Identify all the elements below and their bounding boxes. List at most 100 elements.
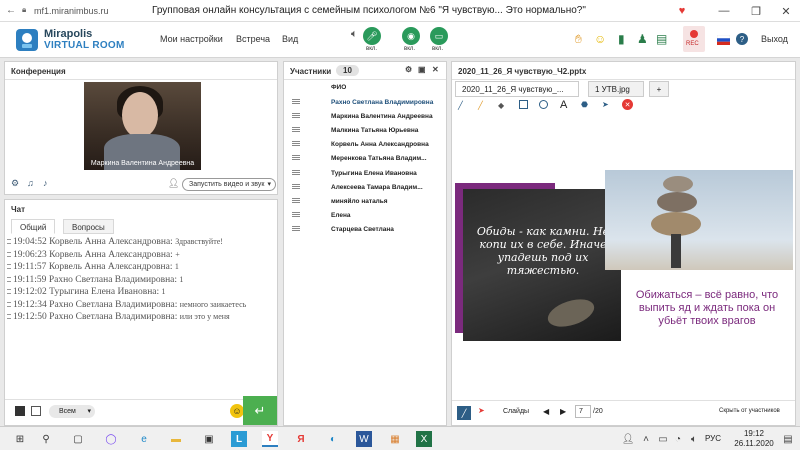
participant-row[interactable]: миняйло наталья <box>284 195 446 209</box>
drag-handle-icon[interactable] <box>292 169 300 175</box>
drag-handle-icon[interactable] <box>292 211 300 217</box>
tab-presentation[interactable]: 2020_11_26_Я чувствую_... <box>455 81 579 97</box>
people-icon[interactable]: ♟ <box>637 32 648 46</box>
rectangle-icon[interactable] <box>519 100 528 109</box>
tab-questions[interactable]: Вопросы <box>63 219 114 234</box>
volume-icon[interactable]: 🔈︎ <box>686 431 702 447</box>
pen-mode-icon[interactable]: ╱ <box>457 406 471 420</box>
people-tray-icon[interactable]: 👤︎ <box>620 431 636 447</box>
search-icon[interactable]: ⚲ <box>38 431 54 447</box>
drag-handle-icon[interactable] <box>292 99 300 104</box>
speaker-icon[interactable]: 🔈︎ <box>351 28 358 41</box>
drag-handle-icon[interactable] <box>292 225 300 231</box>
record-button[interactable]: REC <box>683 26 705 52</box>
prev-slide-button[interactable]: ◀ <box>543 407 549 416</box>
minimize-icon[interactable]: — <box>710 0 738 22</box>
drag-handle-icon[interactable] <box>292 113 300 119</box>
bookmark-icon[interactable]: ♥ <box>668 0 696 22</box>
yandex-disk-icon[interactable]: ◐ <box>325 431 341 447</box>
participant-row[interactable]: Турыгина Елена Ивановна <box>284 167 446 181</box>
url-text[interactable]: mf1.miranimbus.ru <box>34 6 144 16</box>
clock-date[interactable]: 26.11.2020 <box>729 439 779 448</box>
participant-row[interactable]: Алексеева Тамара Владим... <box>284 181 446 195</box>
tab-image[interactable]: 1 УТВ.jpg <box>588 81 644 97</box>
participant-row[interactable]: Елена <box>284 209 446 223</box>
help-icon[interactable]: ? <box>736 33 748 45</box>
notifications-icon[interactable]: ▤ <box>780 431 796 447</box>
clock-time[interactable]: 19:12 <box>734 429 774 438</box>
screen-share-toggle[interactable]: ▭ <box>430 27 448 45</box>
user-icon[interactable]: 👤︎ <box>168 178 179 189</box>
audio-settings-icon[interactable]: ♪ <box>43 178 48 188</box>
alice-icon[interactable]: ◯ <box>103 431 119 447</box>
column-header-name[interactable]: ФИО <box>331 84 346 91</box>
emoji-icon[interactable]: ☺ <box>230 404 244 418</box>
emoji-icon[interactable]: ☺ <box>594 32 606 46</box>
explorer-icon[interactable]: ▬ <box>168 431 184 447</box>
camera-toggle[interactable]: ◉ <box>402 27 420 45</box>
mic-settings-icon[interactable]: ♫ <box>27 178 34 188</box>
keyboard-language[interactable]: РУС <box>705 434 721 443</box>
store-icon[interactable]: ▣ <box>201 431 217 447</box>
slides-label[interactable]: Слайды <box>503 408 529 415</box>
battery-icon[interactable]: ▭ <box>655 431 671 447</box>
expand-icon[interactable]: ▣ <box>418 65 426 74</box>
hide-from-participants[interactable]: Скрыть от участников <box>719 408 780 414</box>
format-icon[interactable] <box>15 406 25 416</box>
send-button[interactable]: ↵ <box>243 396 277 425</box>
chevron-up-icon[interactable]: ˄ <box>638 431 654 447</box>
text-icon[interactable]: A <box>560 99 567 111</box>
camera-settings-icon[interactable]: ⚙ <box>11 178 19 189</box>
layout-icon[interactable]: ▤ <box>656 32 667 46</box>
logout-button[interactable]: Выход <box>761 34 788 44</box>
drag-handle-icon[interactable] <box>292 127 300 133</box>
add-tab-button[interactable]: + <box>649 81 669 97</box>
tab-general[interactable]: Общий <box>11 219 56 234</box>
language-flag-icon[interactable] <box>717 35 730 45</box>
participant-row[interactable]: Меренкова Татьяна Владим... <box>284 152 446 166</box>
participant-row[interactable]: Маркина Валентина Андреевна <box>284 110 446 124</box>
restore-icon[interactable]: ❐ <box>742 0 770 22</box>
circle-icon[interactable] <box>539 100 548 109</box>
fill-icon[interactable]: ⬣ <box>581 100 588 109</box>
network-icon[interactable]: ◔ <box>670 431 686 447</box>
start-video-dropdown[interactable]: Запустить видео и звук ▾ <box>182 178 276 191</box>
close-icon[interactable]: ✕ <box>432 65 439 74</box>
windows-start-icon[interactable]: ⊞ <box>12 431 28 447</box>
eraser-icon[interactable]: ◆ <box>498 101 504 110</box>
app-l-icon[interactable]: L <box>231 431 247 447</box>
menu-meeting[interactable]: Встреча <box>236 34 270 44</box>
task-view-icon[interactable]: ▢ <box>70 431 86 447</box>
photos-icon[interactable]: ▦ <box>387 431 403 447</box>
clear-icon[interactable]: ✕ <box>622 99 633 110</box>
edge-icon[interactable]: e <box>136 431 152 447</box>
raise-hand-icon[interactable]: ✋︎ <box>575 32 582 47</box>
mic-toggle[interactable]: 🎤︎ <box>363 27 381 45</box>
drag-handle-icon[interactable] <box>292 141 300 147</box>
recipient-dropdown[interactable]: Всем ▾ <box>49 405 95 418</box>
participant-row[interactable]: Рахно Светлана Владимировна <box>284 96 446 110</box>
pointer-icon[interactable]: ➤ <box>602 100 609 109</box>
yandex-browser-icon[interactable]: Y <box>262 431 278 447</box>
close-icon[interactable]: ✕ <box>772 0 800 22</box>
stats-icon[interactable]: ▮ <box>618 32 625 46</box>
marker-icon[interactable]: ╱ <box>478 101 483 110</box>
participant-row[interactable]: Старцева Светлана <box>284 223 446 237</box>
menu-view[interactable]: Вид <box>282 34 298 44</box>
slide-canvas[interactable]: Обиды - как камни. Не копи их в себе. Ин… <box>455 162 793 352</box>
video-tile[interactable]: Маркина Валентина Андреевна <box>84 82 201 170</box>
back-arrow-icon[interactable]: ← <box>6 5 16 16</box>
gear-icon[interactable]: ⚙ <box>405 65 412 74</box>
participant-row[interactable]: Корвель Анна Александровна <box>284 138 446 152</box>
pen-icon[interactable]: ╱ <box>458 101 463 110</box>
next-slide-button[interactable]: ▶ <box>560 407 566 416</box>
drag-handle-icon[interactable] <box>292 197 300 203</box>
slide-number-input[interactable]: 7 <box>575 405 591 418</box>
menu-my-settings[interactable]: Мои настройки <box>160 34 223 44</box>
participant-row[interactable]: Малкина Татьяна Юрьевна <box>284 124 446 138</box>
pointer-mode-icon[interactable]: ➤ <box>478 406 485 415</box>
drag-handle-icon[interactable] <box>292 155 300 161</box>
color-picker-icon[interactable] <box>31 406 41 416</box>
excel-icon[interactable]: X <box>416 431 432 447</box>
drag-handle-icon[interactable] <box>292 183 300 189</box>
